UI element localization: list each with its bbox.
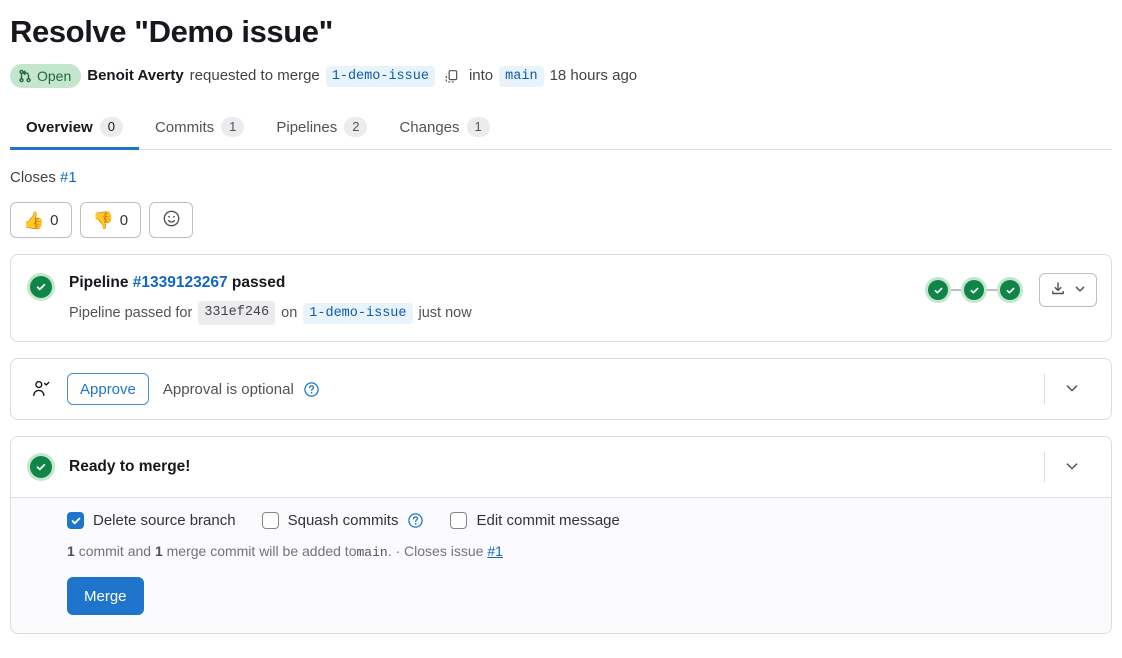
pipeline-sub-time: just now [419,302,472,324]
tab-commits-label: Commits [155,119,214,136]
tab-changes-label: Changes [399,119,459,136]
pipeline-sub-prefix: Pipeline passed for [69,302,192,324]
squash-commits-option[interactable]: Squash commits [262,512,425,529]
timestamp: 18 hours ago [550,66,638,86]
tab-overview[interactable]: Overview 0 [10,117,139,149]
source-branch-chip[interactable]: 1-demo-issue [326,66,435,87]
pipeline-texts: Pipeline #1339123267 passed Pipeline pas… [69,271,925,325]
pipeline-sub-on: on [281,302,297,324]
tab-overview-label: Overview [26,119,93,136]
squash-commits-checkbox[interactable] [262,512,279,529]
author-name: Benoit Averty [87,66,183,86]
merge-action-text: requested to merge [190,66,320,86]
chevron-down-icon [1064,380,1080,399]
tab-pipelines[interactable]: Pipelines 2 [260,117,383,149]
tab-changes-count: 1 [467,117,490,137]
merge-request-icon [18,69,32,83]
tab-pipelines-label: Pipelines [276,119,337,136]
tab-changes[interactable]: Changes 1 [383,117,505,149]
merge-info-merge-count: 1 [155,543,163,559]
pipeline-head-suffix: passed [232,274,285,291]
reaction-thumbsup-count: 0 [50,212,58,229]
thumbsdown-icon: 👎 [93,212,114,229]
edit-commit-message-checkbox[interactable] [450,512,467,529]
smiley-icon [162,209,181,232]
reaction-thumbsdown-count: 0 [120,212,128,229]
tab-pipelines-count: 2 [344,117,367,137]
merge-widget-title: Ready to merge! [69,458,190,476]
approval-expand-wrap [1044,373,1097,405]
stage-success-icon-2[interactable] [961,277,987,303]
chevron-down-icon [1064,458,1080,477]
chevron-down-icon [1074,283,1086,298]
delete-source-branch-option[interactable]: Delete source branch [67,512,236,529]
squash-commits-label: Squash commits [288,512,399,529]
stage-success-icon-3[interactable] [997,277,1023,303]
reaction-thumbsup-button[interactable]: 👍 0 [10,202,72,238]
download-icon [1050,281,1066,300]
reactions-bar: 👍 0 👎 0 [10,202,1112,238]
stage-connector [951,289,961,291]
page-title: Resolve "Demo issue" [10,12,1112,52]
stage-connector [987,289,997,291]
merge-widget: Ready to merge! Delete source branch [10,436,1112,634]
merge-request-meta: Open Benoit Averty requested to merge 1-… [10,64,1112,88]
delete-source-branch-label: Delete source branch [93,512,236,529]
merge-info-text-b: merge commit will be added to [167,543,357,559]
divider [1044,452,1045,482]
tab-commits[interactable]: Commits 1 [139,117,260,149]
closes-issue-link[interactable]: #1 [60,169,77,186]
pipeline-subtext: Pipeline passed for 331ef246 on 1-demo-i… [69,301,925,325]
merge-request-page: Resolve "Demo issue" Open Benoit Averty … [0,12,1122,634]
status-badge: Open [10,64,81,88]
merge-info-text-a: commit and [79,543,151,559]
target-branch-chip[interactable]: main [499,66,543,87]
merge-info-issue-link[interactable]: #1 [487,543,503,559]
edit-commit-message-label: Edit commit message [476,512,619,529]
pipeline-right-controls [925,271,1097,307]
stage-success-icon-1[interactable] [925,277,951,303]
user-check-icon [25,379,57,399]
approve-button[interactable]: Approve [67,373,149,405]
download-artifacts-button[interactable] [1039,273,1097,307]
divider [1044,374,1045,404]
pipeline-branch-chip[interactable]: 1-demo-issue [303,303,412,324]
copy-icon[interactable] [441,65,463,87]
merge-info-commit-count: 1 [67,543,75,559]
merge-status-icon [25,451,57,483]
merge-request-tabs: Overview 0 Commits 1 Pipelines 2 Changes… [10,106,1112,150]
delete-source-branch-checkbox[interactable] [67,512,84,529]
merge-info-target-branch: main [357,545,388,560]
pipeline-stages [925,277,1023,303]
merge-expand-button[interactable] [1059,454,1085,480]
pipeline-id-link[interactable]: #1339123267 [133,274,228,291]
question-circle-icon[interactable] [303,381,320,398]
approval-optional-text: Approval is optional [163,381,294,398]
pipeline-widget: Pipeline #1339123267 passed Pipeline pas… [10,254,1112,342]
commit-sha-chip[interactable]: 331ef246 [198,301,275,325]
thumbsup-icon: 👍 [23,212,44,229]
merge-options-row: Delete source branch Squash commits [67,512,1097,529]
closes-line: Closes #1 [10,168,1112,188]
merge-info-text: 1 commit and 1 merge commit will be adde… [67,541,1097,563]
status-badge-label: Open [37,66,71,86]
closes-prefix: Closes [10,169,56,186]
add-reaction-button[interactable] [149,202,193,238]
approval-widget: Approve Approval is optional [10,358,1112,420]
pipeline-head-prefix: Pipeline [69,274,128,291]
question-circle-icon[interactable] [407,512,424,529]
merge-options-body: Delete source branch Squash commits [11,498,1111,633]
approval-optional-text-wrap: Approval is optional [163,381,320,398]
approval-expand-button[interactable] [1059,376,1085,402]
tab-commits-count: 1 [221,117,244,137]
pipeline-status-icon [25,271,57,303]
reaction-thumbsdown-button[interactable]: 👎 0 [80,202,142,238]
merge-info-text-c: . · Closes issue [388,543,484,559]
into-text: into [469,66,493,86]
edit-commit-message-option[interactable]: Edit commit message [450,512,619,529]
merge-expand-wrap [1044,451,1097,483]
pipeline-headline: Pipeline #1339123267 passed [69,272,925,294]
tab-overview-count: 0 [100,117,123,137]
merge-button[interactable]: Merge [67,577,144,615]
